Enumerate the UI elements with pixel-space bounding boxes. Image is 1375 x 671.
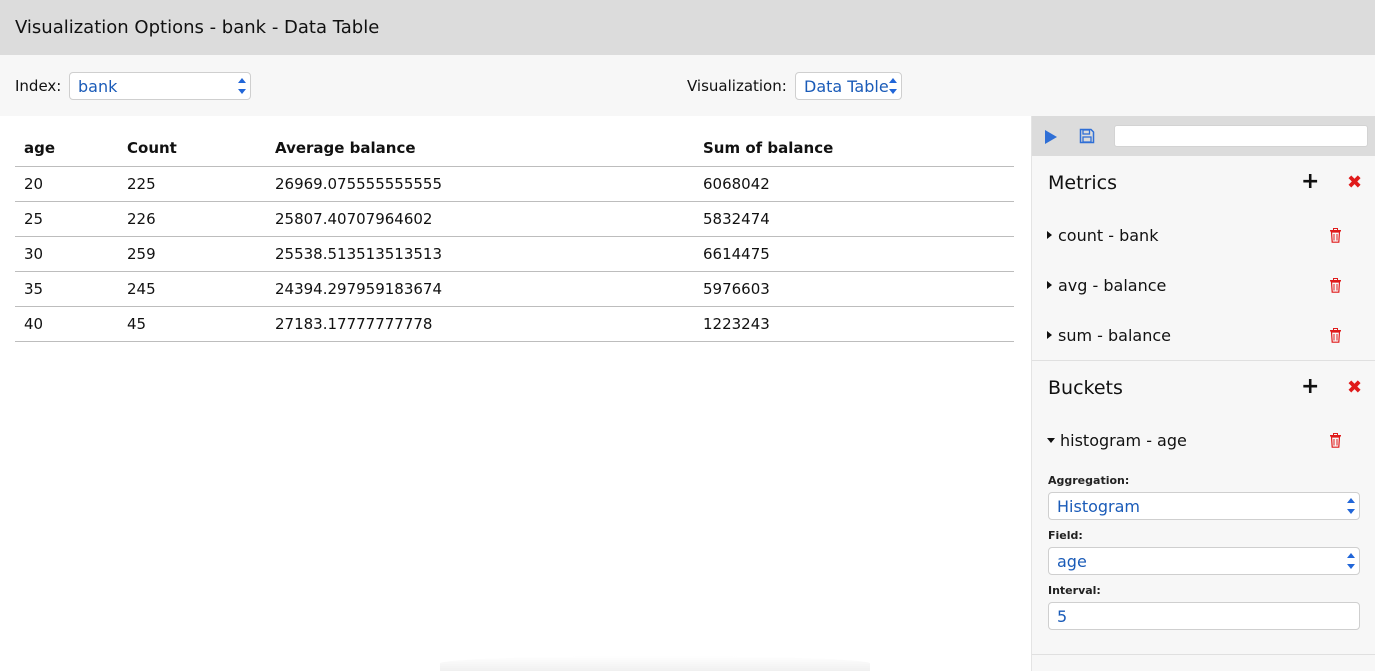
table-cell: 226 xyxy=(118,201,266,237)
table-cell: 30 xyxy=(15,236,118,272)
field-label: Field: xyxy=(1048,529,1083,542)
select-arrows-icon xyxy=(1347,498,1355,514)
metric-item-label: count - bank xyxy=(1058,225,1159,245)
table-cell: 5832474 xyxy=(694,201,1014,237)
column-header-age[interactable]: age xyxy=(15,131,118,167)
save-icon[interactable] xyxy=(1079,128,1095,144)
window-title-bar: Visualization Options - bank - Data Tabl… xyxy=(0,0,1375,55)
index-select[interactable]: bank xyxy=(69,72,251,100)
buckets-title: Buckets xyxy=(1048,377,1123,399)
table-cell: 25538.513513513513 xyxy=(266,236,694,272)
table-cell: 45 xyxy=(118,306,266,342)
aggregation-select[interactable]: Histogram xyxy=(1048,492,1360,520)
metric-item-count[interactable]: count - bank xyxy=(1047,223,1362,247)
metrics-title: Metrics xyxy=(1048,172,1117,194)
section-divider xyxy=(1032,654,1375,655)
table-cell: 245 xyxy=(118,271,266,307)
metric-item-sum[interactable]: sum - balance xyxy=(1047,323,1362,347)
visualization-label: Visualization: xyxy=(687,77,787,95)
column-header-average-balance[interactable]: Average balance xyxy=(266,131,694,167)
table-row: 40 45 27183.17777777778 1223243 xyxy=(15,306,1014,342)
bucket-item-histogram[interactable]: histogram - age xyxy=(1047,428,1362,452)
metric-item-avg[interactable]: avg - balance xyxy=(1047,273,1362,297)
trash-icon[interactable] xyxy=(1329,328,1342,343)
caret-right-icon xyxy=(1047,231,1052,239)
column-header-sum-of-balance[interactable]: Sum of balance xyxy=(694,131,1014,167)
trash-icon[interactable] xyxy=(1329,433,1342,448)
section-divider xyxy=(1032,360,1375,361)
aggregation-select-value: Histogram xyxy=(1057,496,1140,516)
table-row: 20 225 26969.075555555555 6068042 xyxy=(15,166,1014,202)
options-bar: Index: bank Visualization: Data Table xyxy=(0,55,1375,116)
visualization-select-value: Data Table xyxy=(804,76,889,96)
table-cell: 25807.40707964602 xyxy=(266,201,694,237)
window-title: Visualization Options - bank - Data Tabl… xyxy=(15,17,380,38)
metric-item-label: sum - balance xyxy=(1058,325,1171,345)
table-row: 30 259 25538.513513513513 6614475 xyxy=(15,236,1014,272)
bottom-shadow xyxy=(440,656,870,671)
select-arrows-icon xyxy=(889,78,897,94)
aggregation-label: Aggregation: xyxy=(1048,474,1130,487)
bucket-item-label: histogram - age xyxy=(1060,430,1187,450)
caret-down-icon xyxy=(1047,437,1055,443)
table-cell: 5976603 xyxy=(694,271,1014,307)
field-select-value: age xyxy=(1057,551,1087,571)
aggregation-sidebar: Metrics + ✖ count - bank avg - balance s… xyxy=(1031,116,1375,671)
index-label: Index: xyxy=(15,77,62,95)
table-cell: 25 xyxy=(15,201,118,237)
field-select[interactable]: age xyxy=(1048,547,1360,575)
table-cell: 20 xyxy=(15,166,118,202)
play-icon[interactable] xyxy=(1044,129,1058,145)
index-select-value: bank xyxy=(78,76,118,96)
table-cell: 259 xyxy=(118,236,266,272)
column-header-count[interactable]: Count xyxy=(118,131,266,167)
remove-buckets-icon[interactable]: ✖ xyxy=(1347,378,1362,398)
trash-icon[interactable] xyxy=(1329,228,1342,243)
table-cell: 40 xyxy=(15,306,118,342)
table-cell: 27183.17777777778 xyxy=(266,306,694,342)
table-cell: 26969.075555555555 xyxy=(266,166,694,202)
table-cell: 6068042 xyxy=(694,166,1014,202)
caret-right-icon xyxy=(1047,281,1052,289)
table-header-row: age Count Average balance Sum of balance xyxy=(15,131,1014,167)
interval-label: Interval: xyxy=(1048,584,1101,597)
table-cell: 6614475 xyxy=(694,236,1014,272)
remove-metrics-icon[interactable]: ✖ xyxy=(1347,173,1362,193)
metric-item-label: avg - balance xyxy=(1058,275,1167,295)
caret-right-icon xyxy=(1047,331,1052,339)
add-bucket-icon[interactable]: + xyxy=(1301,376,1319,398)
sidebar-search-input[interactable] xyxy=(1114,125,1368,147)
table-cell: 35 xyxy=(15,271,118,307)
table-row: 35 245 24394.297959183674 5976603 xyxy=(15,271,1014,307)
select-arrows-icon xyxy=(238,78,246,94)
data-table: age Count Average balance Sum of balance… xyxy=(15,131,1014,342)
table-cell: 1223243 xyxy=(694,306,1014,342)
table-cell: 225 xyxy=(118,166,266,202)
visualization-select[interactable]: Data Table xyxy=(795,72,902,100)
select-arrows-icon xyxy=(1347,553,1355,569)
table-cell: 24394.297959183674 xyxy=(266,271,694,307)
trash-icon[interactable] xyxy=(1329,278,1342,293)
interval-input[interactable] xyxy=(1048,602,1360,630)
add-metric-icon[interactable]: + xyxy=(1301,171,1319,193)
table-row: 25 226 25807.40707964602 5832474 xyxy=(15,201,1014,237)
sidebar-toolbar xyxy=(1032,116,1375,156)
